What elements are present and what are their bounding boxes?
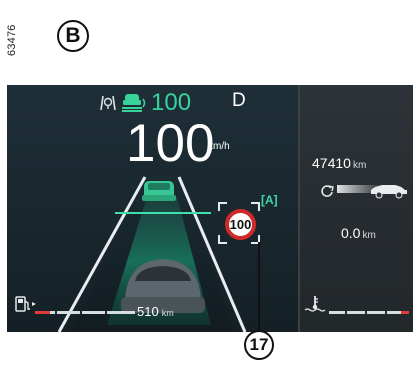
trip-reset-icon (321, 185, 334, 197)
range-readout: 510 km (137, 304, 174, 319)
fuel-pump-icon (15, 296, 36, 312)
speed-limit-sign: 100 (225, 209, 256, 240)
auto-sign-recognition-icon: [A] (261, 193, 278, 207)
fuel-gauge-bar (35, 311, 135, 314)
range-value: 510 (137, 304, 159, 319)
odometer: 47410 km (312, 155, 366, 171)
trip-value: 0.0 (341, 225, 361, 241)
vehicle-side-icon (337, 185, 407, 199)
odometer-value: 47410 (312, 155, 351, 171)
odometer-unit: km (352, 160, 367, 171)
panel-label: B (57, 20, 89, 52)
instrument-cluster-screen: 100 D 100 km/h 100 [A] 510 km 47410 km 0… (7, 85, 413, 332)
trip-distance: 0.0 km (341, 225, 376, 241)
lead-vehicle-icon (142, 181, 176, 201)
callout-17: 17 (244, 330, 274, 360)
coolant-temperature-icon (304, 296, 326, 312)
trip-unit: km (362, 230, 376, 241)
coolant-gauge-bar (329, 311, 409, 314)
range-unit: km (161, 308, 174, 318)
callout-leader-line (258, 242, 260, 330)
figure-reference-number: 63476 (6, 24, 18, 56)
